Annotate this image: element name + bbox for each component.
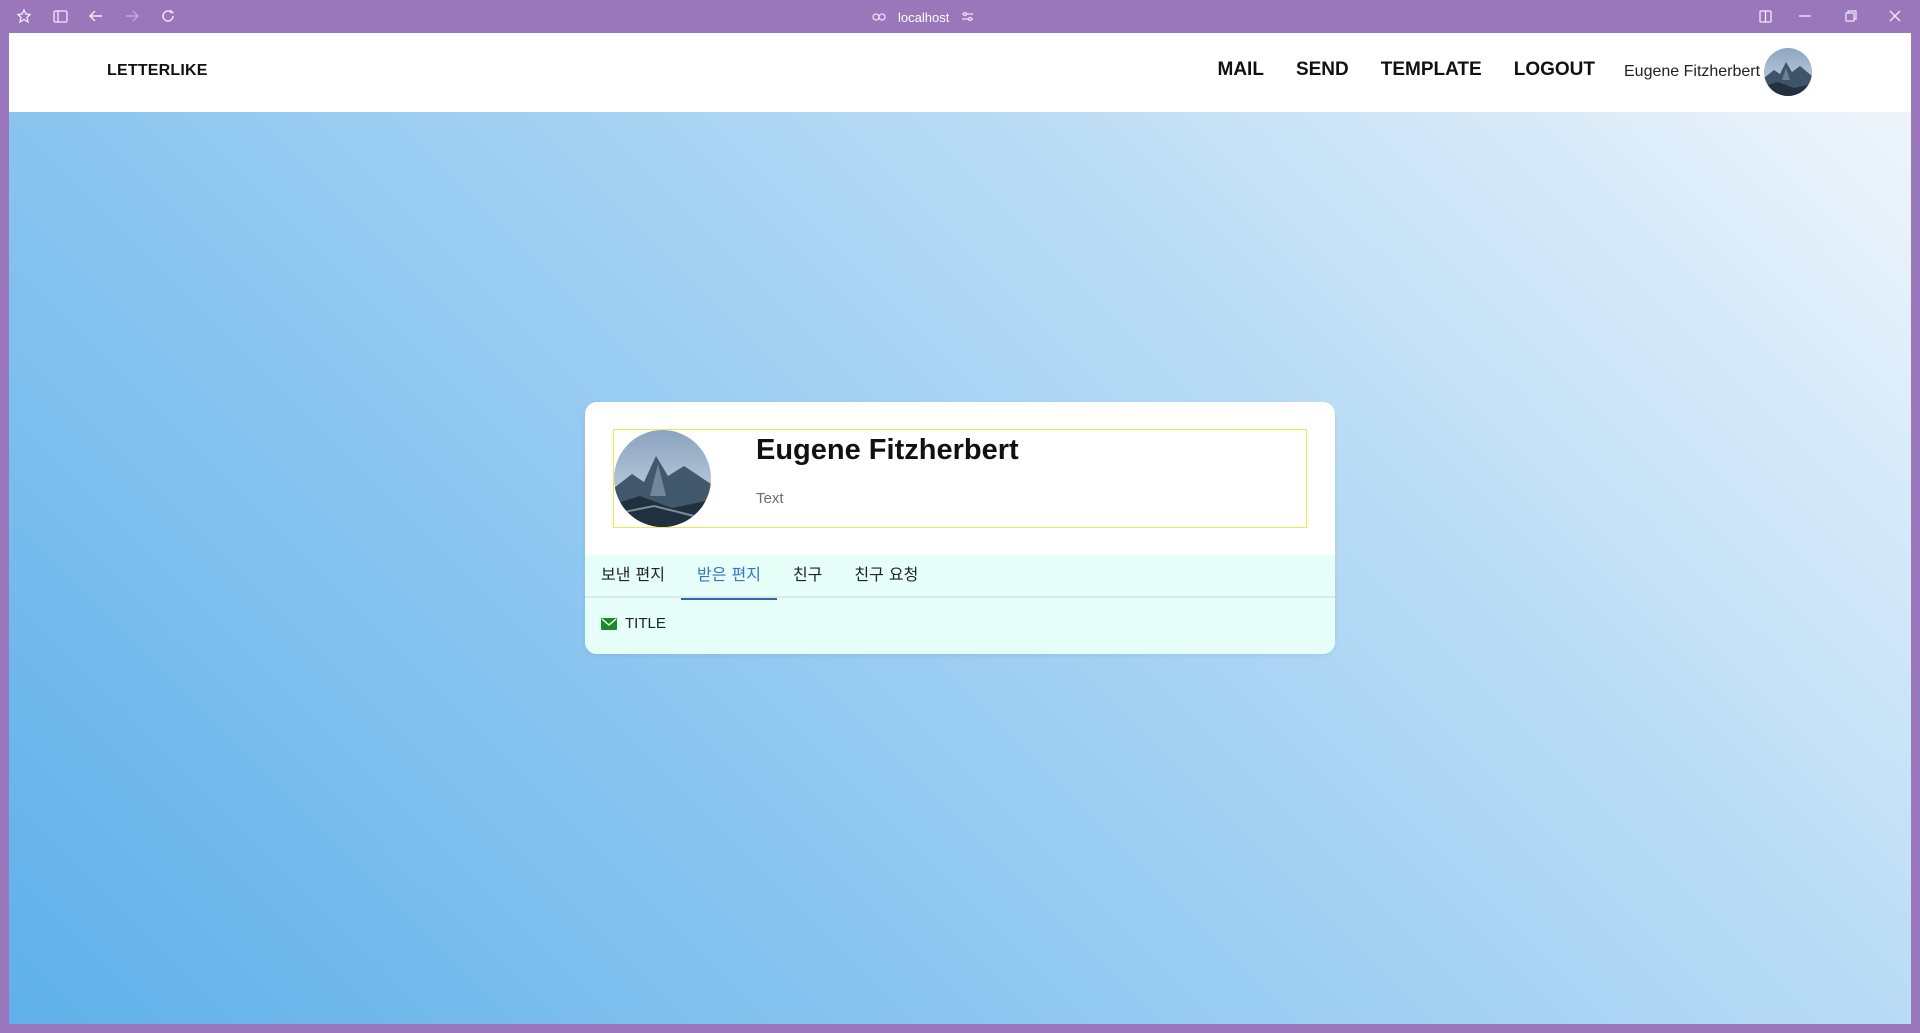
split-view-icon[interactable] (1755, 6, 1775, 26)
tab-sent[interactable]: 보낸 편지 (585, 555, 681, 598)
profile-header: Eugene Fitzherbert Text (613, 429, 1307, 528)
nav-link-send[interactable]: SEND (1296, 59, 1349, 81)
tab-friend-requests[interactable]: 친구 요청 (838, 555, 934, 598)
window-frame-bottom (0, 1024, 1920, 1033)
profile-card: Eugene Fitzherbert Text 보낸 편지 받은 편지 친구 친… (585, 402, 1335, 654)
minimize-icon[interactable] (1795, 6, 1815, 26)
nav-user-name[interactable]: Eugene Fitzherbert (1624, 63, 1760, 81)
page-viewport: LETTERLIKE MAIL SEND TEMPLATE LOGOUT Eug… (9, 33, 1911, 1024)
nav-link-mail[interactable]: MAIL (1218, 59, 1264, 81)
url-text: localhost (898, 9, 950, 25)
link-icon (872, 10, 886, 25)
sidebar-toggle-icon[interactable] (50, 6, 70, 26)
profile-bio: Text (756, 490, 784, 507)
back-icon[interactable] (86, 6, 106, 26)
list-item[interactable]: TITLE (601, 615, 666, 632)
tab-friends[interactable]: 친구 (777, 555, 838, 598)
profile-name: Eugene Fitzherbert (756, 434, 1019, 466)
close-icon[interactable] (1885, 6, 1905, 26)
top-navbar: LETTERLIKE MAIL SEND TEMPLATE LOGOUT Eug… (9, 33, 1911, 112)
tab-received[interactable]: 받은 편지 (680, 555, 777, 600)
envelope-icon (601, 617, 617, 630)
brand-logo[interactable]: LETTERLIKE (107, 62, 208, 80)
nav-links: MAIL SEND TEMPLATE LOGOUT (1218, 59, 1596, 81)
address-bar[interactable]: localhost (872, 7, 974, 27)
browser-toolbar: localhost (0, 0, 1920, 33)
nav-link-logout[interactable]: LOGOUT (1514, 59, 1595, 81)
site-settings-icon[interactable] (961, 10, 974, 25)
reload-icon[interactable] (158, 6, 178, 26)
nav-link-template[interactable]: TEMPLATE (1381, 59, 1482, 81)
profile-avatar (614, 430, 711, 527)
mailbox-panel: 보낸 편지 받은 편지 친구 친구 요청 TITLE (585, 555, 1335, 654)
forward-icon[interactable] (122, 6, 142, 26)
mailbox-tabs: 보낸 편지 받은 편지 친구 친구 요청 (585, 555, 1335, 600)
browser-logo-icon[interactable] (14, 6, 34, 26)
avatar[interactable] (1764, 48, 1812, 96)
restore-icon[interactable] (1841, 6, 1861, 26)
mail-title: TITLE (625, 615, 666, 632)
